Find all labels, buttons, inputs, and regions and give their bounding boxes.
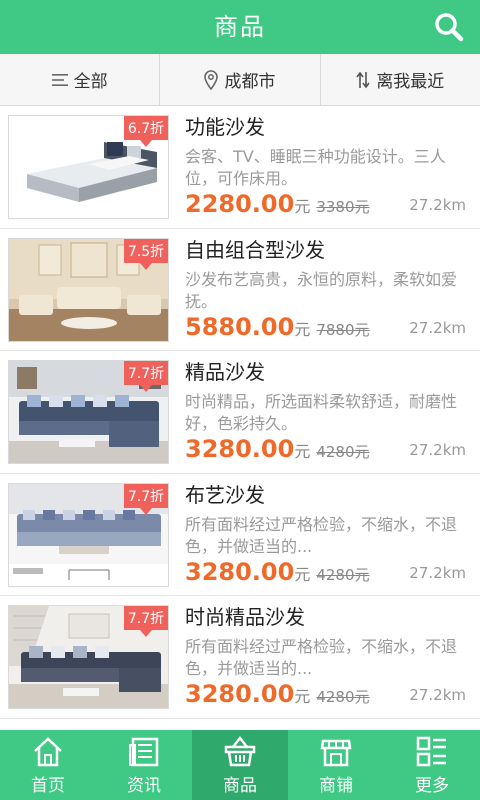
more-grid-icon (416, 736, 446, 767)
discount-badge: 6.7折 (124, 116, 168, 148)
distance: 27.2km (409, 563, 466, 582)
tab-more-label: 更多 (415, 776, 449, 796)
product-item[interactable]: 7.7折 时尚精品沙发 所有面料经过严格检验，不缩水，不退色，并做适当的... … (0, 596, 480, 719)
product-name: 自由组合型沙发 (185, 237, 325, 262)
product-item[interactable]: 7.7折 布艺沙发 所有面料经过严格检验，不缩水，不退色，并做适当的... 32… (0, 474, 480, 596)
product-price: 2280.00 (185, 190, 295, 218)
original-price: 7880元 (316, 320, 370, 339)
tab-home-label: 首页 (31, 776, 65, 796)
filter-sort[interactable]: 离我最近 (321, 54, 480, 105)
discount-badge: 7.7折 (124, 483, 168, 516)
product-desc: 时尚精品，所选面料柔软舒适，耐磨性好，色彩持久。 (185, 392, 458, 433)
price-unit: 元 (294, 687, 311, 706)
bottom-tab-bar: 首页 资讯 商品 商铺 更多 (0, 730, 480, 800)
filter-sort-label: 离我最近 (376, 72, 445, 92)
product-desc: 所有面料经过严格检验，不缩水，不退色，并做适当的... (185, 514, 458, 556)
filter-bar: 全部 成都市 离我最近 (0, 54, 480, 106)
discount-badge: 7.7折 (124, 606, 168, 638)
distance: 27.2km (409, 686, 466, 704)
product-name: 时尚精品沙发 (185, 605, 305, 629)
distance: 27.2km (409, 196, 466, 214)
product-name: 布艺沙发 (185, 482, 265, 507)
product-name: 精品沙发 (185, 360, 265, 384)
product-item[interactable]: 6.7折 功能沙发 会客、TV、睡眠三种功能设计。三人位，可作床用。 2280.… (0, 106, 480, 229)
filter-city-label: 成都市 (224, 72, 276, 92)
page-title: 商品 (214, 13, 266, 41)
discount-badge: 7.5折 (124, 238, 168, 271)
product-item[interactable]: 7.7折 精品沙发 时尚精品，所选面料柔软舒适，耐磨性好，色彩持久。 3280.… (0, 351, 480, 474)
product-price: 5880.00 (185, 312, 295, 341)
news-icon (129, 737, 159, 767)
price-unit: 元 (294, 319, 311, 339)
price-unit: 元 (294, 442, 311, 461)
distance: 27.2km (409, 441, 466, 459)
tab-products-label: 商品 (223, 776, 257, 796)
product-price: 3280.00 (185, 557, 295, 586)
original-price: 4280元 (316, 565, 370, 584)
store-icon (320, 739, 352, 767)
search-icon[interactable] (430, 8, 468, 46)
menu-icon (51, 73, 68, 86)
product-desc: 沙发布艺高贵，永恒的原料，柔软如爱抚。 (185, 269, 458, 311)
product-desc: 所有面料经过严格检验，不缩水，不退色，并做适当的... (185, 637, 458, 678)
original-price: 4280元 (316, 688, 370, 706)
top-bar: 商品 (0, 0, 480, 54)
filter-all[interactable]: 全部 (0, 54, 161, 105)
home-icon (34, 737, 62, 767)
product-desc: 会客、TV、睡眠三种功能设计。三人位，可作床用。 (185, 147, 446, 188)
sort-icon (356, 71, 370, 88)
product-image: 7.7折 (8, 360, 169, 464)
product-list: 6.7折 功能沙发 会客、TV、睡眠三种功能设计。三人位，可作床用。 2280.… (0, 106, 480, 730)
product-item[interactable]: 7.5折 自由组合型沙发 沙发布艺高贵，永恒的原料，柔软如爱抚。 5880.00… (0, 229, 480, 351)
price-unit: 元 (294, 197, 311, 216)
price-unit: 元 (294, 564, 311, 584)
tab-news-label: 资讯 (127, 776, 161, 796)
tab-products[interactable]: 商品 (192, 730, 288, 800)
product-name: 功能沙发 (185, 115, 265, 139)
distance: 27.2km (409, 318, 466, 337)
product-image: 7.7折 (8, 482, 169, 587)
tab-news[interactable]: 资讯 (96, 730, 192, 800)
product-image: 7.5折 (8, 237, 169, 342)
original-price: 4280元 (316, 443, 370, 461)
product-price: 3280.00 (185, 435, 295, 463)
product-price: 3280.00 (185, 680, 295, 708)
filter-all-label: 全部 (73, 72, 108, 92)
basket-icon (224, 735, 256, 767)
tab-stores[interactable]: 商铺 (288, 730, 384, 800)
location-pin-icon (204, 69, 219, 90)
tab-home[interactable]: 首页 (0, 730, 96, 800)
tab-stores-label: 商铺 (319, 776, 353, 796)
product-image: 6.7折 (8, 115, 169, 219)
tab-more[interactable]: 更多 (384, 730, 480, 800)
original-price: 3380元 (316, 198, 370, 216)
discount-badge: 7.7折 (124, 361, 168, 393)
filter-city[interactable]: 成都市 (160, 54, 321, 105)
product-image: 7.7折 (8, 605, 169, 709)
